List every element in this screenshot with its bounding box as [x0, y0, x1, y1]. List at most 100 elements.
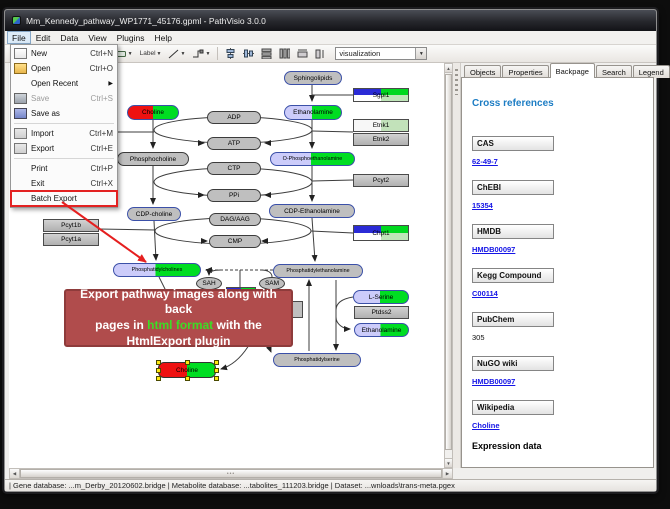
common-height-button[interactable]	[295, 47, 310, 61]
node-label: DAG/AAG	[220, 216, 250, 223]
selection-handle[interactable]	[156, 368, 161, 373]
visualization-combobox[interactable]: visualization ▼	[335, 47, 427, 60]
menu-data[interactable]: Data	[55, 31, 83, 44]
pathway-node-ptdss2[interactable]: Ptdss2	[354, 306, 409, 319]
pathway-node-cdp-choline[interactable]: CDP-choline	[127, 207, 181, 221]
pathway-node-sgpl1[interactable]: Sgpl1	[353, 88, 409, 102]
distribute-horizontal-icon	[279, 48, 290, 59]
align-center-y-button[interactable]	[241, 47, 256, 61]
tab-backpage[interactable]: Backpage	[550, 63, 595, 78]
pathway-node-o-phosphoethanolamine[interactable]: O-Phosphoethanolamine	[270, 152, 355, 166]
pathway-node-etnk2[interactable]: Etnk2	[353, 133, 409, 146]
sidebar-panel: ObjectsPropertiesBackpageSearchLegend Cr…	[461, 63, 654, 468]
menu-item-shortcut: Ctrl+S	[91, 94, 113, 103]
xref-link[interactable]: Choline	[472, 421, 653, 430]
line-tool-button[interactable]: ▼	[166, 47, 187, 61]
pathway-node-pcyt1b[interactable]: Pcyt1b	[43, 219, 99, 232]
pathway-node-pcyt1a[interactable]: Pcyt1a	[43, 233, 99, 246]
menu-item-shortcut: Ctrl+P	[91, 164, 113, 173]
common-width-button[interactable]	[313, 47, 328, 61]
pathway-node-phosphatidylserine[interactable]: Phosphatidylserine	[273, 353, 361, 367]
menu-help[interactable]: Help	[150, 31, 177, 44]
xref-section-wikipedia: Wikipedia Choline	[472, 400, 653, 430]
file-menu-item-batch-export[interactable]: Batch Export	[11, 191, 117, 206]
pathway-node-choline-top[interactable]: Choline	[127, 105, 179, 120]
pathway-node-chpt1[interactable]: Chpt1	[353, 225, 409, 241]
menu-separator	[14, 158, 114, 159]
label-tool-button[interactable]: Label ▼	[138, 47, 164, 61]
xref-link[interactable]: HMDB00097	[472, 245, 653, 254]
file-menu-item-print[interactable]: PrintCtrl+P	[11, 161, 117, 176]
horizontal-scroll-thumb[interactable]: •••	[20, 469, 442, 478]
pathway-node-pcyt2[interactable]: Pcyt2	[353, 174, 409, 187]
align-center-x-button[interactable]	[223, 47, 238, 61]
pathway-node-ethanolamine-top[interactable]: Ethanolamine	[284, 105, 342, 120]
pathway-node-phosphatidylethanolamine[interactable]: Phosphatidylethanolamine	[273, 264, 363, 278]
common-width-icon	[315, 49, 326, 59]
menu-view[interactable]: View	[83, 31, 111, 44]
canvas-horizontal-scrollbar[interactable]: ◀ ••• ▶	[9, 468, 453, 479]
panel-splitter[interactable]	[453, 63, 461, 468]
pathway-node-choline-selected[interactable]: Choline	[158, 362, 216, 378]
xref-database-name: CAS	[472, 136, 554, 151]
file-menu-item-open-recent[interactable]: Open Recent▶	[11, 76, 117, 91]
vertical-scroll-thumb[interactable]	[445, 74, 452, 450]
pathway-node-adp[interactable]: ADP	[207, 111, 261, 124]
selection-handle[interactable]	[214, 368, 219, 373]
pathway-node-dag-aag[interactable]: DAG/AAG	[209, 213, 261, 226]
selection-handle[interactable]	[156, 360, 161, 365]
xref-database-name: Wikipedia	[472, 400, 554, 415]
annotation-line1: Export pathway images along with back	[80, 287, 277, 317]
pathway-node-ctp[interactable]: CTP	[207, 162, 261, 175]
file-menu-item-exit[interactable]: Exit Ctrl+X	[11, 176, 117, 191]
pathway-node-etnk1[interactable]: Etnk1	[353, 119, 409, 132]
distribute-horizontal-button[interactable]	[277, 47, 292, 61]
pathway-node-atp[interactable]: ATP	[207, 137, 261, 150]
menu-item-label: Exit	[31, 179, 83, 188]
node-label: Phosphocholine	[130, 156, 176, 163]
file-menu-item-new[interactable]: NewCtrl+N	[11, 46, 117, 61]
xref-link[interactable]: C00114	[472, 289, 653, 298]
submenu-arrow-icon: ▶	[108, 80, 113, 87]
file-menu-item-save-as[interactable]: Save as	[11, 106, 117, 121]
label-tool-text: Label	[140, 50, 156, 57]
xref-section-kegg-compound: Kegg CompoundC00114	[472, 268, 653, 298]
pathway-node-phosphocholine[interactable]: Phosphocholine	[117, 152, 189, 166]
pathway-node-phosphatidylcholines[interactable]: Phosphatidylcholines	[113, 263, 201, 277]
selection-handle[interactable]	[185, 376, 190, 381]
selection-handle[interactable]	[156, 376, 161, 381]
xref-link[interactable]: 62-49-7	[472, 157, 653, 166]
menu-edit[interactable]: Edit	[31, 31, 56, 44]
distribute-vertical-button[interactable]	[259, 47, 274, 61]
pathway-node-l-serine[interactable]: L-Serine	[353, 290, 409, 304]
scroll-up-icon[interactable]: ▲	[445, 64, 452, 73]
scroll-right-icon[interactable]: ▶	[442, 469, 452, 478]
file-menu-item-open[interactable]: OpenCtrl+O	[11, 61, 117, 76]
pathway-node-cdp-ethanolamine[interactable]: CDP-Ethanolamine	[269, 204, 355, 218]
canvas-vertical-scrollbar[interactable]: ▲ ▼	[444, 63, 453, 468]
selection-handle[interactable]	[214, 376, 219, 381]
xref-link[interactable]: 15354	[472, 201, 653, 210]
chevron-down-icon: ▼	[128, 51, 133, 57]
file-menu-item-import[interactable]: ImportCtrl+M	[11, 126, 117, 141]
xref-section-pubchem: PubChem305	[472, 312, 653, 342]
menu-item-shortcut: Ctrl+O	[90, 64, 113, 73]
chevron-down-icon[interactable]: ▼	[415, 48, 426, 59]
file-menu-item-save[interactable]: SaveCtrl+S	[11, 91, 117, 106]
xref-link[interactable]: HMDB00097	[472, 377, 653, 386]
pathway-node-sphingolipids[interactable]: Sphingolipids	[284, 71, 342, 85]
menu-file[interactable]: File	[7, 31, 31, 44]
node-label: O-Phosphoethanolamine	[283, 156, 343, 162]
selection-handle[interactable]	[185, 360, 190, 365]
scroll-left-icon[interactable]: ◀	[10, 469, 20, 478]
pathway-node-ethanolamine-bottom[interactable]: Ethanolamine	[354, 323, 409, 337]
selection-handle[interactable]	[214, 360, 219, 365]
pathway-node-ppi[interactable]: PPi	[207, 189, 261, 202]
scroll-down-icon[interactable]: ▼	[445, 458, 452, 467]
pathway-node-cmp[interactable]: CMP	[209, 235, 261, 248]
annotation-highlight: html format	[147, 318, 213, 332]
file-menu-item-export[interactable]: ExportCtrl+E	[11, 141, 117, 156]
menu-item-shortcut: Ctrl+X	[91, 179, 113, 188]
menu-plugins[interactable]: Plugins	[112, 31, 150, 44]
connector-tool-button[interactable]: ▼	[190, 47, 212, 61]
